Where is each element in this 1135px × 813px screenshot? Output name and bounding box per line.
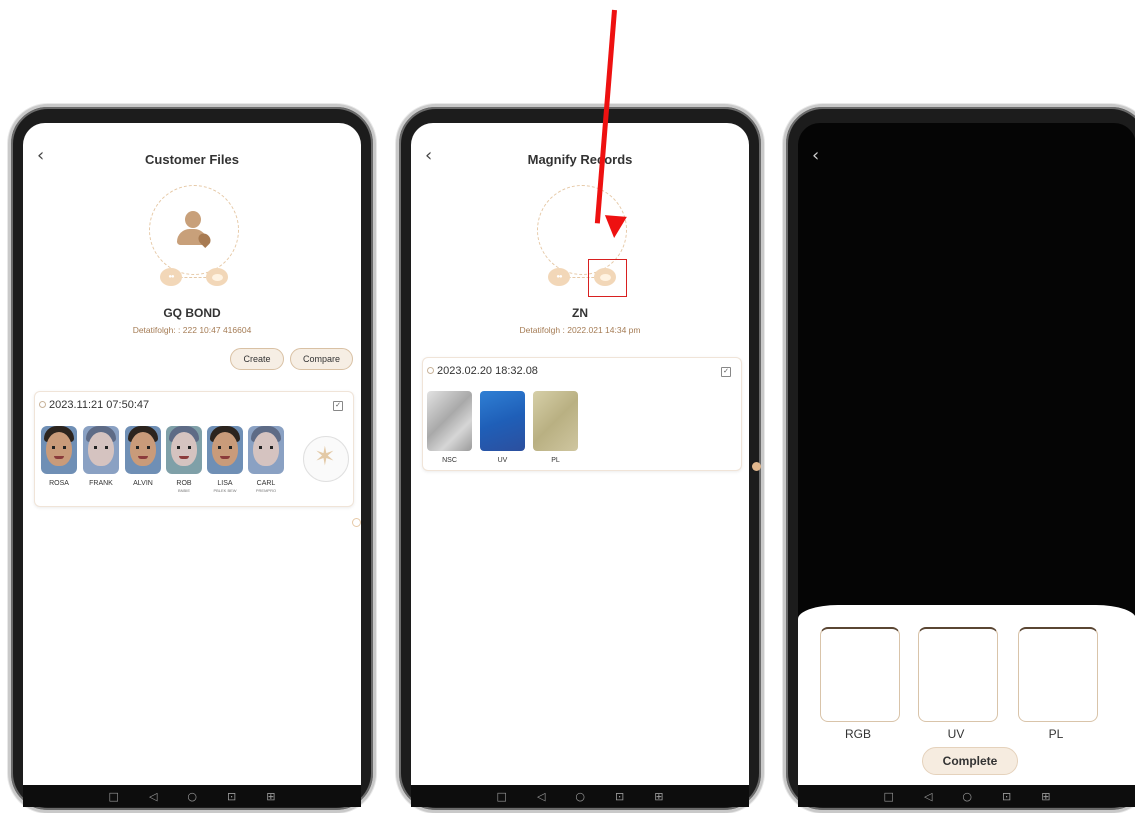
lens-icon[interactable]	[206, 268, 228, 286]
screen-customer-files: ‹ Customer Files ●● GQ BOND Detatifolgh:…	[23, 123, 361, 785]
side-handle[interactable]	[352, 518, 361, 527]
slot-label: RGB	[844, 727, 871, 741]
check-icon[interactable]: ✓	[333, 401, 343, 411]
side-handle[interactable]	[752, 462, 761, 471]
face-thumbnail-frank[interactable]	[83, 426, 119, 474]
tablet-customer-files: ‹ Customer Files ●● GQ BOND Detatifolgh:…	[8, 104, 376, 813]
screenshot-icon[interactable]: ⊞	[266, 791, 275, 802]
screenshot-icon[interactable]: ⊞	[1041, 791, 1050, 802]
create-button[interactable]: Create	[230, 348, 284, 370]
home-icon[interactable]: ○	[187, 791, 197, 802]
capture-sheet: RGB UV PL Complete	[798, 605, 1135, 785]
slot-label: UV	[947, 727, 965, 741]
complete-button[interactable]: Complete	[922, 747, 1018, 775]
pl-thumbnail[interactable]	[533, 391, 578, 451]
customer-name: ZN	[572, 306, 588, 320]
person-icon	[175, 211, 213, 251]
face-thumbnail-carl[interactable]	[248, 426, 284, 474]
clock-icon	[39, 401, 46, 408]
customer-name: GQ BOND	[163, 306, 221, 320]
screen-magnify-records: ‹ Magnify Records ●● ZN Detatifolgh : 20…	[411, 123, 749, 785]
recent-apps-icon[interactable]: □	[497, 791, 507, 802]
customer-detail: Detatifolgh: : 222 10:47 416604	[132, 325, 252, 335]
home-icon[interactable]: ○	[575, 791, 585, 802]
overview-icon[interactable]: ⊡	[1002, 791, 1011, 802]
thumb-label: NSC	[442, 457, 457, 464]
screen-capture: ‹ RGB UV PL Complete	[798, 123, 1135, 785]
system-nav-bar: □ ◁ ○ ⊡ ⊞	[798, 785, 1135, 807]
face-label: ROB BNBIE	[176, 480, 192, 493]
record-card[interactable]: 2023.11:21 07:50:47 ✓ ROSA FRANK ALVIN R…	[34, 391, 354, 507]
face-thumbnail-lisa[interactable]	[207, 426, 243, 474]
recent-apps-icon[interactable]: □	[109, 791, 119, 802]
overview-icon[interactable]: ⊡	[227, 791, 236, 802]
tablet-capture: ‹ RGB UV PL Complete □ ◁ ○ ⊡ ⊞	[783, 104, 1135, 813]
dual-dot-icon[interactable]: ●●	[160, 268, 182, 286]
page-title: Magnify Records	[527, 152, 633, 167]
thumb-label: UV	[497, 457, 508, 464]
system-nav-bar: □ ◁ ○ ⊡ ⊞	[411, 785, 749, 807]
face-thumbnail-alvin[interactable]	[125, 426, 161, 474]
rgb-slot[interactable]	[820, 627, 900, 722]
check-icon[interactable]: ✓	[721, 367, 731, 377]
annotation-highlight-box	[588, 259, 627, 297]
radar-star-icon: ✶	[314, 441, 336, 471]
back-icon[interactable]: ‹	[812, 145, 819, 166]
clock-icon	[427, 367, 434, 374]
face-label: LISA PBLEK BEW	[213, 480, 237, 493]
uv-thumbnail[interactable]	[480, 391, 525, 451]
nsc-thumbnail[interactable]	[427, 391, 472, 451]
face-label: FRANK	[89, 480, 113, 487]
dual-dot-icon[interactable]: ●●	[548, 268, 570, 286]
face-label: ALVIN	[133, 480, 153, 487]
record-date: 2023.11:21 07:50:47	[49, 399, 150, 411]
overview-icon[interactable]: ⊡	[615, 791, 624, 802]
customer-detail: Detatifolgh : 2022.021 14:34 pm	[519, 325, 641, 335]
system-nav-bar: □ ◁ ○ ⊡ ⊞	[23, 785, 361, 807]
screenshot-icon[interactable]: ⊞	[654, 791, 663, 802]
tablet-magnify-records: ‹ Magnify Records ●● ZN Detatifolgh : 20…	[396, 104, 764, 813]
face-label: CARL PREMPRO	[255, 480, 277, 493]
page-title: Customer Files	[145, 152, 239, 167]
uv-slot[interactable]	[918, 627, 998, 722]
pl-slot[interactable]	[1018, 627, 1098, 722]
recent-apps-icon[interactable]: □	[884, 791, 894, 802]
face-thumbnail-rob[interactable]	[166, 426, 202, 474]
home-icon[interactable]: ○	[962, 791, 972, 802]
face-label: ROSA	[49, 480, 69, 487]
slot-label: PL	[1048, 727, 1064, 741]
nav-back-icon[interactable]: ◁	[924, 791, 932, 802]
nav-back-icon[interactable]: ◁	[149, 791, 157, 802]
annotation-arrow-head	[603, 215, 627, 239]
thumb-label: PL	[551, 457, 560, 464]
face-thumbnail-rosa[interactable]	[41, 426, 77, 474]
compare-button[interactable]: Compare	[290, 348, 353, 370]
nav-back-icon[interactable]: ◁	[537, 791, 545, 802]
record-date: 2023.02.20 18:32.08	[437, 365, 538, 377]
record-card[interactable]: 2023.02.20 18:32.08 ✓ NSC UV PL	[422, 357, 742, 471]
